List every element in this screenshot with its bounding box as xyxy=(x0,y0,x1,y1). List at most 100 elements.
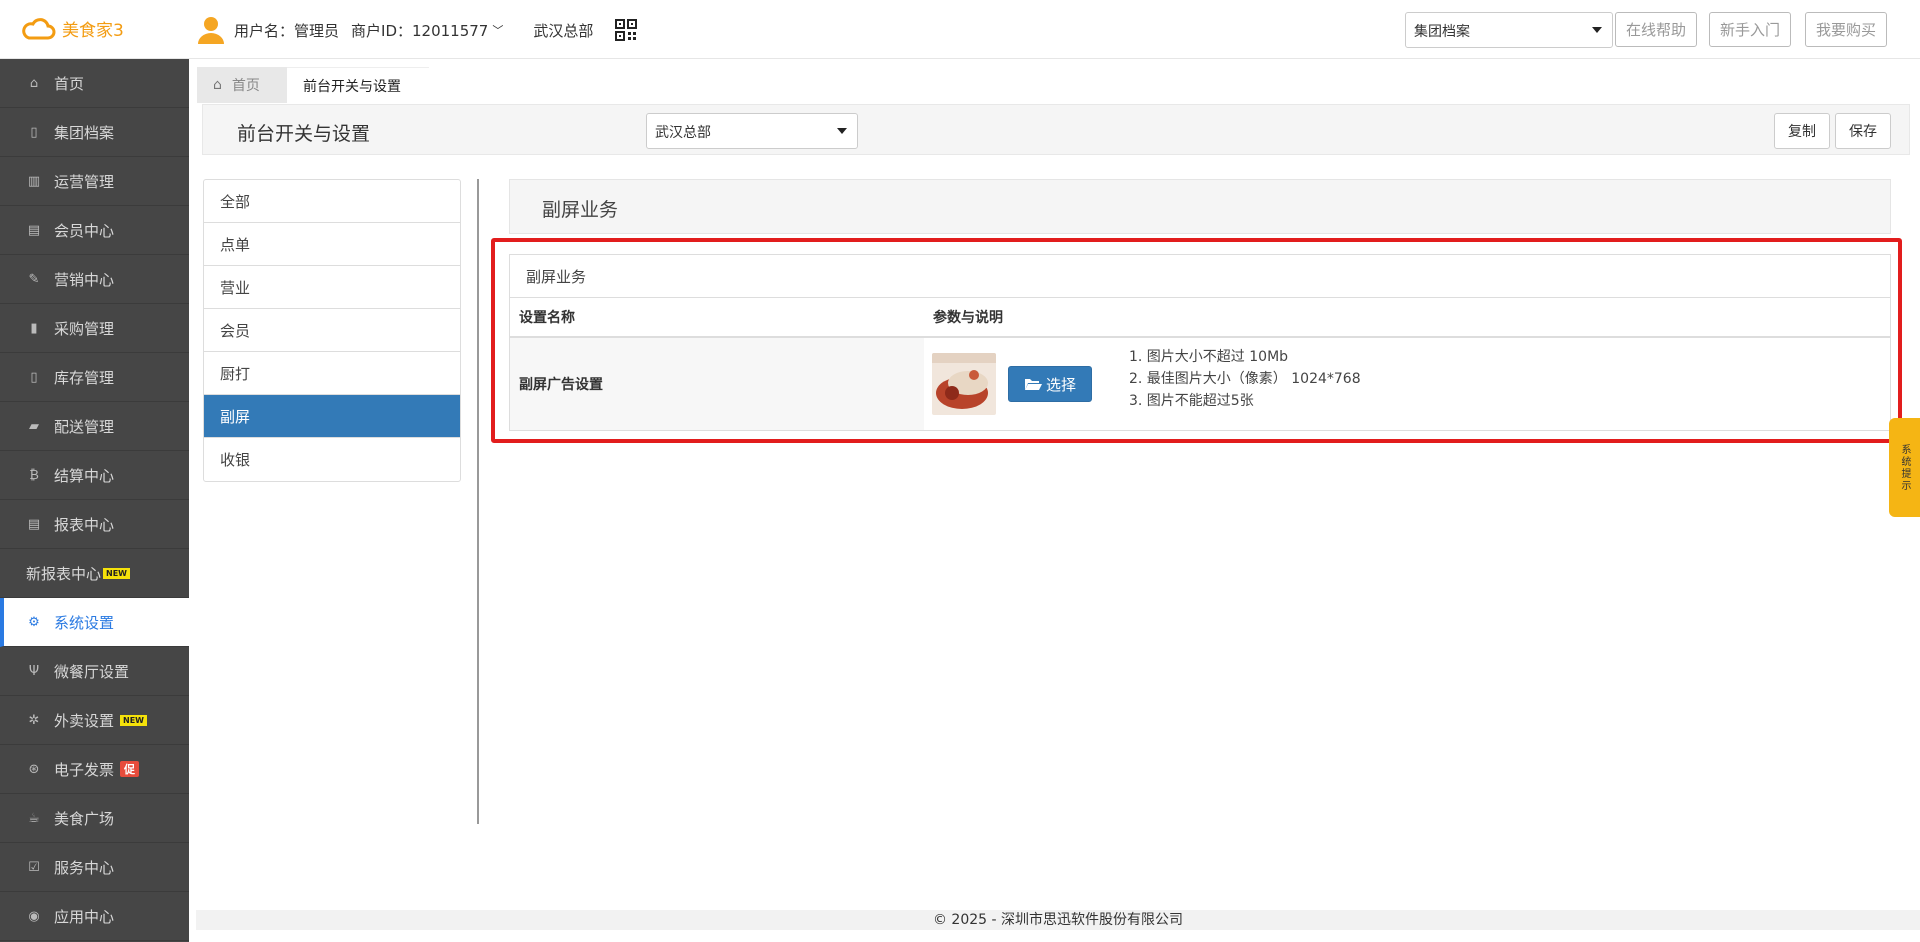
sidebar-item-new-reports[interactable]: 新报表中心 NEW xyxy=(0,549,189,598)
promo-badge: 促 xyxy=(120,761,140,777)
store-select-value: 武汉总部 xyxy=(655,125,711,141)
tab-frontend-settings[interactable]: 前台开关与设置 xyxy=(287,67,429,103)
file-icon: ▯ xyxy=(30,124,38,140)
tab-bar: ⌂ 首页 前台开关与设置 xyxy=(189,59,1920,103)
sidebar-item-label: 会员中心 xyxy=(54,221,115,240)
sidebar-item-micro-restaurant[interactable]: Ψ 微餐厅设置 xyxy=(0,647,189,696)
category-item-all[interactable]: 全部 xyxy=(204,180,460,223)
page-header: 前台开关与设置 武汉总部 复制 保存 xyxy=(202,104,1910,155)
sidebar-item-label: 库存管理 xyxy=(54,368,115,387)
sidebar-item-delivery[interactable]: ▰ 配送管理 xyxy=(0,402,189,451)
tablet-icon: ▯ xyxy=(30,369,38,385)
category-item-member[interactable]: 会员 xyxy=(204,309,460,352)
sidebar-item-label: 电子发票 xyxy=(54,760,115,779)
category-item-kitchen-print[interactable]: 厨打 xyxy=(204,352,460,395)
sidebar-item-inventory[interactable]: ▯ 库存管理 xyxy=(0,353,189,402)
sidebar-item-label: 首页 xyxy=(54,74,85,93)
category-item-secondary-screen[interactable]: 副屏 xyxy=(204,395,460,438)
bar-chart-icon: ▥ xyxy=(27,173,41,189)
book-icon: ▮ xyxy=(30,320,38,336)
report-icon: ▤ xyxy=(27,516,41,532)
sidebar-item-label: 营销中心 xyxy=(54,270,115,289)
logo[interactable]: 美食家3 xyxy=(20,16,124,41)
sidebar-item-label: 系统设置 xyxy=(54,613,115,632)
sidebar-item-label: 新报表中心 xyxy=(26,564,102,583)
category-item-order[interactable]: 点单 xyxy=(204,223,460,266)
sidebar-item-food-court[interactable]: ☕ 美食广场 xyxy=(0,794,189,843)
category-item-business[interactable]: 营业 xyxy=(204,266,460,309)
chevron-down-icon[interactable]: ﹀ xyxy=(492,22,503,38)
logo-text: 美食家3 xyxy=(62,21,124,41)
sidebar: ⌂ 首页 ▯ 集团档案 ▥ 运营管理 ▤ 会员中心 ✎ 营销中心 ▮ 采购管理 … xyxy=(0,59,189,942)
sidebar-item-group-archive[interactable]: ▯ 集团档案 xyxy=(0,108,189,157)
caret-down-icon xyxy=(837,128,847,134)
top-bar: 美食家3 用户名：管理员 商户ID：12011577 ﹀ 武汉总部 集团档案 在… xyxy=(0,0,1920,59)
sidebar-item-reports[interactable]: ▤ 报表中心 xyxy=(0,500,189,549)
system-tip-tab[interactable]: 系统提示 xyxy=(1889,418,1920,517)
copy-button[interactable]: 复制 xyxy=(1774,113,1830,149)
new-badge: NEW xyxy=(103,567,130,579)
truck-icon: ▰ xyxy=(29,418,39,434)
sidebar-item-purchase[interactable]: ▮ 采购管理 xyxy=(0,304,189,353)
app-icon: ◉ xyxy=(28,908,40,924)
sidebar-item-label: 微餐厅设置 xyxy=(54,662,130,681)
qrcode-icon[interactable] xyxy=(615,19,638,41)
cloud-logo-icon xyxy=(22,17,56,39)
sidebar-item-operations[interactable]: ▥ 运营管理 xyxy=(0,157,189,206)
footer-copyright: © 2025 - 深圳市思迅软件股份有限公司 xyxy=(196,910,1920,930)
store-name: 武汉总部 xyxy=(533,21,594,40)
beginner-guide-button[interactable]: 新手入门 xyxy=(1709,12,1792,47)
sidebar-item-label: 采购管理 xyxy=(54,319,115,338)
caret-down-icon xyxy=(1592,27,1602,33)
sidebar-item-label: 应用中心 xyxy=(54,907,115,926)
user-avatar-icon xyxy=(198,17,224,44)
archive-select-value: 集团档案 xyxy=(1414,24,1470,40)
tab-home[interactable]: ⌂ 首页 xyxy=(197,67,287,103)
user-info: 用户名：管理员 商户ID：12011577 ﹀ 武汉总部 xyxy=(198,16,638,44)
sidebar-item-members[interactable]: ▤ 会员中心 xyxy=(0,206,189,255)
sidebar-item-label: 美食广场 xyxy=(54,809,115,828)
online-help-button[interactable]: 在线帮助 xyxy=(1615,12,1698,47)
sidebar-item-label: 配送管理 xyxy=(54,417,115,436)
sidebar-item-label: 结算中心 xyxy=(54,466,115,485)
sidebar-item-settlement[interactable]: ₿ 结算中心 xyxy=(0,451,189,500)
highlight-outline xyxy=(491,238,1902,443)
home-icon: ⌂ xyxy=(213,77,222,93)
edit-icon: ✎ xyxy=(28,271,40,287)
sidebar-item-label: 集团档案 xyxy=(54,123,115,142)
tab-label: 前台开关与设置 xyxy=(303,78,401,95)
sidebar-item-app-center[interactable]: ◉ 应用中心 xyxy=(0,892,189,941)
user-name-label: 用户名：管理员 xyxy=(234,21,340,40)
sidebar-item-marketing[interactable]: ✎ 营销中心 xyxy=(0,255,189,304)
store-select[interactable]: 武汉总部 xyxy=(646,113,858,149)
buy-button[interactable]: 我要购买 xyxy=(1805,12,1888,47)
cogs-icon: ⚙ xyxy=(28,614,40,630)
category-item-cashier[interactable]: 收银 xyxy=(204,438,460,481)
sidebar-item-service-center[interactable]: ☑ 服务中心 xyxy=(0,843,189,892)
sidebar-item-takeout[interactable]: ✲ 外卖设置 NEW xyxy=(0,696,189,745)
home-icon: ⌂ xyxy=(29,75,39,91)
sidebar-item-e-invoice[interactable]: ⊛ 电子发票 促 xyxy=(0,745,189,794)
new-badge: NEW xyxy=(120,714,147,726)
save-button[interactable]: 保存 xyxy=(1835,113,1891,149)
section-header: 副屏业务 xyxy=(509,179,1891,234)
sidebar-item-label: 报表中心 xyxy=(54,515,115,534)
sidebar-item-home[interactable]: ⌂ 首页 xyxy=(0,59,189,108)
merchant-id-label[interactable]: 商户ID：12011577 xyxy=(351,20,488,41)
page-title: 前台开关与设置 xyxy=(237,123,371,145)
archive-select[interactable]: 集团档案 xyxy=(1405,12,1613,48)
sidebar-item-label: 外卖设置 xyxy=(54,711,115,730)
section-title: 副屏业务 xyxy=(542,199,619,221)
sidebar-item-system-settings[interactable]: ⚙ 系统设置 xyxy=(0,598,189,647)
invoice-icon: ⊛ xyxy=(28,761,40,777)
id-card-icon: ▤ xyxy=(27,222,41,238)
gear-icon: ✲ xyxy=(28,712,40,728)
category-list: 全部 点单 营业 会员 厨打 副屏 收银 xyxy=(203,179,461,482)
vertical-divider xyxy=(477,179,479,824)
sidebar-item-label: 运营管理 xyxy=(54,172,115,191)
tab-label: 首页 xyxy=(231,78,260,94)
coffee-icon: ☕ xyxy=(28,810,40,826)
bitcoin-icon: ₿ xyxy=(29,468,39,483)
cutlery-icon: Ψ xyxy=(28,663,40,679)
check-square-icon: ☑ xyxy=(28,859,40,875)
